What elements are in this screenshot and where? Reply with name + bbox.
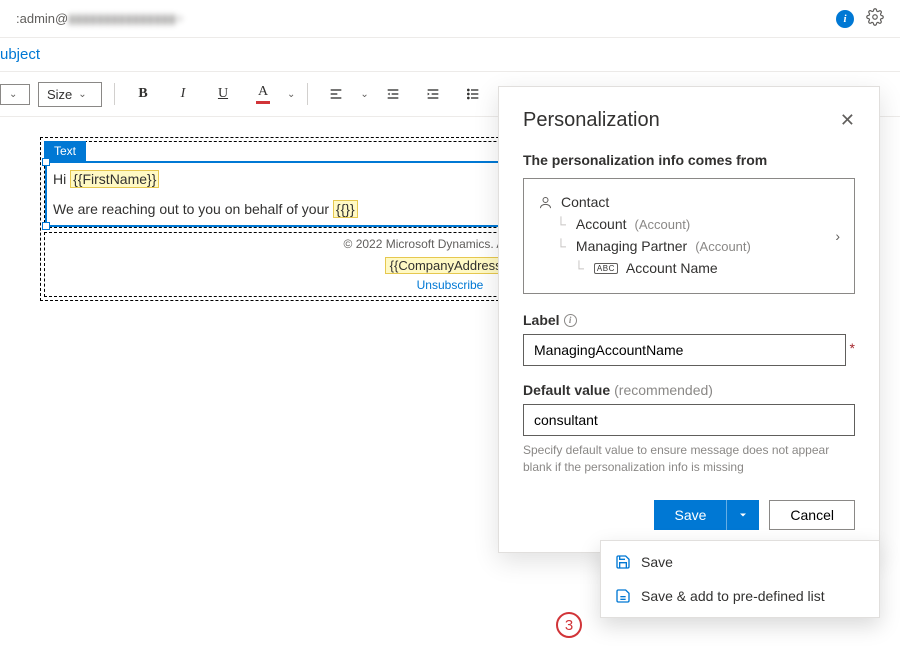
close-icon[interactable]: ✕ bbox=[840, 110, 855, 131]
chevron-down-icon: ⌄ bbox=[9, 89, 17, 100]
person-icon bbox=[538, 195, 553, 210]
tree-branch-icon: └ bbox=[556, 216, 566, 232]
menu-item-label: Save & add to pre-defined list bbox=[641, 588, 825, 604]
save-dropdown-menu: Save Save & add to pre-defined list bbox=[600, 540, 880, 618]
outdent-button[interactable] bbox=[377, 80, 409, 108]
personalization-token-empty[interactable]: {{}} bbox=[333, 200, 358, 218]
font-size-select[interactable]: Size⌄ bbox=[38, 82, 102, 107]
save-list-icon bbox=[615, 588, 631, 604]
label-field-label: Label i bbox=[523, 312, 855, 328]
required-indicator: * bbox=[850, 340, 855, 356]
font-color-button[interactable]: A bbox=[247, 80, 279, 108]
panel-title: Personalization bbox=[523, 109, 660, 132]
chevron-down-icon[interactable]: ⌄ bbox=[287, 89, 295, 100]
default-value-input[interactable] bbox=[523, 404, 855, 436]
chevron-down-icon[interactable]: ⌄ bbox=[360, 89, 368, 100]
default-value-label: Default value (recommended) bbox=[523, 382, 855, 398]
info-icon[interactable]: i bbox=[836, 10, 854, 28]
label-input[interactable] bbox=[523, 334, 846, 366]
from-address: :admin@▮▮▮▮▮▮▮▮▮▮▮▮▮▮▮> bbox=[16, 11, 183, 27]
helper-text: Specify default value to ensure message … bbox=[523, 442, 855, 476]
tree-row-account[interactable]: └ Account (Account) bbox=[538, 213, 840, 235]
save-button[interactable]: Save bbox=[654, 500, 726, 530]
italic-button[interactable]: I bbox=[167, 80, 199, 108]
menu-item-save-add[interactable]: Save & add to pre-defined list bbox=[601, 579, 879, 613]
subject-field[interactable]: ubject bbox=[0, 38, 900, 72]
save-dropdown-button[interactable] bbox=[726, 500, 759, 530]
tree-branch-icon: └ bbox=[556, 238, 566, 254]
list-button[interactable] bbox=[457, 80, 489, 108]
personalization-token-firstname[interactable]: {{FirstName}} bbox=[70, 170, 159, 188]
tree-row-managing-partner[interactable]: └ Managing Partner (Account) bbox=[538, 235, 840, 257]
cancel-button[interactable]: Cancel bbox=[769, 500, 855, 530]
toolbar-divider bbox=[114, 83, 115, 105]
menu-item-label: Save bbox=[641, 554, 673, 570]
gear-icon[interactable] bbox=[866, 8, 884, 29]
tree-row-account-name[interactable]: └ ABC Account Name bbox=[538, 257, 840, 279]
font-family-select[interactable]: ⌄ bbox=[0, 84, 30, 105]
personalization-panel: Personalization ✕ The personalization in… bbox=[498, 86, 880, 553]
source-section-label: The personalization info comes from bbox=[523, 152, 855, 168]
indent-button[interactable] bbox=[417, 80, 449, 108]
personalization-token-companyaddress[interactable]: {{CompanyAddress}} bbox=[385, 257, 516, 274]
step-badge: 3 bbox=[556, 612, 582, 638]
toolbar-divider bbox=[307, 83, 308, 105]
top-bar: :admin@▮▮▮▮▮▮▮▮▮▮▮▮▮▮▮> i bbox=[0, 0, 900, 38]
save-icon bbox=[615, 554, 631, 570]
tree-branch-icon: └ bbox=[574, 260, 584, 276]
text-block-tag: Text bbox=[44, 141, 86, 161]
chevron-down-icon bbox=[737, 509, 749, 521]
align-button[interactable] bbox=[320, 80, 352, 108]
text-field-icon: ABC bbox=[594, 263, 618, 274]
bold-button[interactable]: B bbox=[127, 80, 159, 108]
info-icon[interactable]: i bbox=[564, 314, 577, 327]
save-split-button: Save bbox=[654, 500, 759, 530]
source-tree[interactable]: Contact └ Account (Account) └ Managing P… bbox=[523, 178, 855, 294]
underline-button[interactable]: U bbox=[207, 80, 239, 108]
chevron-down-icon: ⌄ bbox=[78, 89, 86, 100]
tree-row-contact[interactable]: Contact bbox=[538, 191, 840, 213]
chevron-right-icon[interactable]: › bbox=[835, 228, 840, 244]
menu-item-save[interactable]: Save bbox=[601, 545, 879, 579]
